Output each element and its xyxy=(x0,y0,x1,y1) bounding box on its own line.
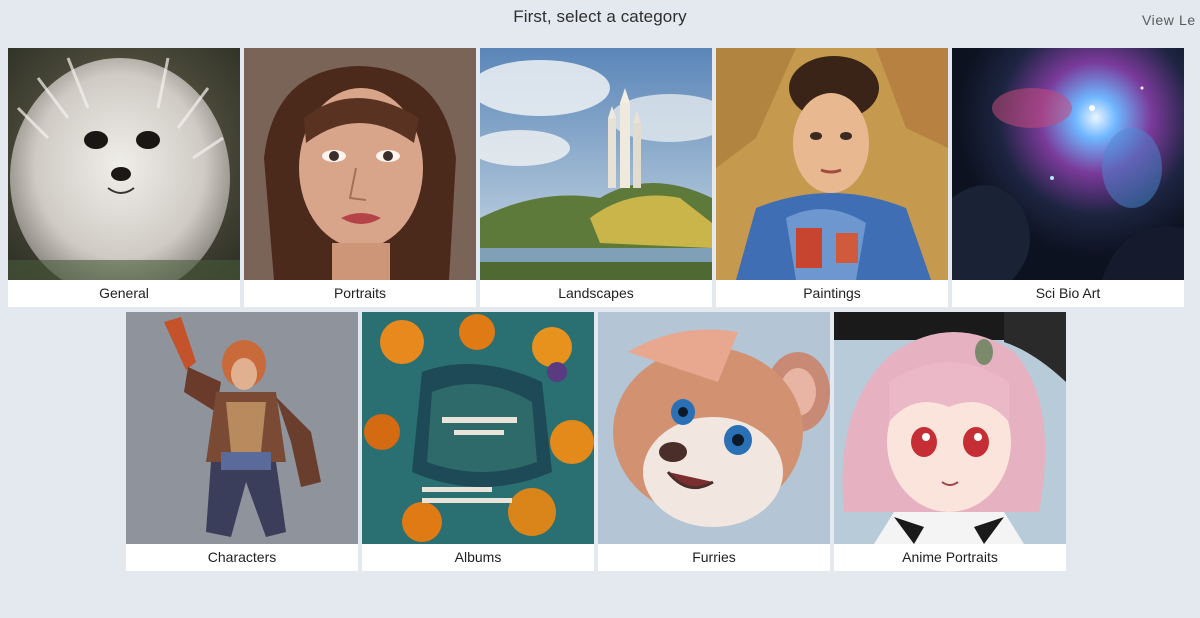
armored-character-image xyxy=(126,312,358,544)
category-card-anime-portraits[interactable]: Anime Portraits xyxy=(834,312,1066,571)
category-card-albums[interactable]: Albums xyxy=(362,312,594,571)
category-label: Anime Portraits xyxy=(902,549,998,565)
category-card-general[interactable]: General xyxy=(8,48,240,307)
view-link[interactable]: View Le xyxy=(1142,12,1196,28)
painted-portrait-image xyxy=(716,48,948,280)
category-card-characters[interactable]: Characters xyxy=(126,312,358,571)
category-label: Sci Bio Art xyxy=(1035,285,1101,301)
fluffy-dog-image xyxy=(8,48,240,280)
woman-portrait-image xyxy=(244,48,476,280)
category-card-sci-bio-art[interactable]: Sci Bio Art xyxy=(952,48,1184,307)
category-label: Albums xyxy=(454,549,502,565)
category-label: Paintings xyxy=(803,285,861,301)
category-card-portraits[interactable]: Portraits xyxy=(244,48,476,307)
category-card-furries[interactable]: Furries xyxy=(598,312,830,571)
category-card-landscapes[interactable]: Landscapes xyxy=(480,48,712,307)
nebula-image xyxy=(952,48,1184,280)
cartoon-animal-image xyxy=(598,312,830,544)
category-label: General xyxy=(99,285,149,301)
category-card-paintings[interactable]: Paintings xyxy=(716,48,948,307)
category-label: Landscapes xyxy=(558,285,634,301)
anime-girl-image xyxy=(834,312,1066,544)
category-row: Characters Albums Furries Anime Portrait… xyxy=(0,312,1200,571)
album-cover-image xyxy=(362,312,594,544)
category-row: General Portraits Landscapes Paintings S… xyxy=(0,48,1200,307)
category-label: Portraits xyxy=(333,285,387,301)
category-label: Furries xyxy=(692,549,736,565)
page-title: First, select a category xyxy=(513,7,687,26)
castle-landscape-image xyxy=(480,48,712,280)
category-label: Characters xyxy=(207,549,277,565)
